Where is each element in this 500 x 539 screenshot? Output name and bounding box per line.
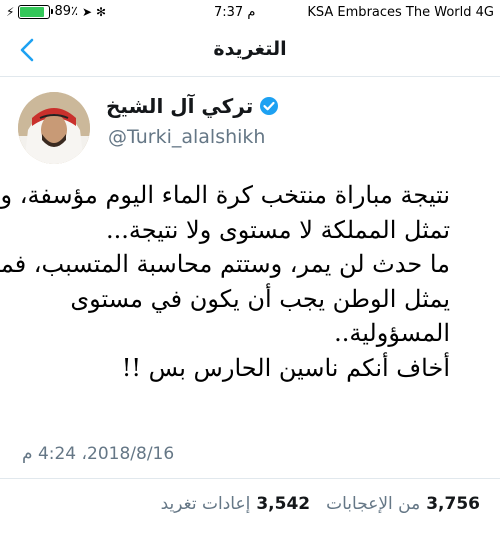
display-name-text: تركي آل الشيخ: [106, 94, 254, 118]
battery-icon: [18, 4, 54, 19]
retweets-label: إعادات تغريد: [160, 494, 251, 514]
verified-badge-icon: [260, 97, 279, 115]
activity-icon: ✻: [96, 4, 107, 19]
tweet-timestamp: 2018/8/16، 4:24 م: [22, 444, 175, 464]
status-time: 7:37 م: [214, 5, 255, 20]
tweet-line: نتيجة مباراة منتخب كرة الماء اليوم مؤسفة…: [0, 181, 450, 209]
tweet-line: يمثل الوطن يجب أن يكون في مستوى: [70, 284, 450, 313]
retweets-stat[interactable]: 3,542 إعادات تغريد: [161, 494, 311, 514]
likes-count: 3,756: [426, 494, 480, 514]
network-text: 4G: [475, 5, 494, 20]
likes-stat[interactable]: 3,756 من الإعجابات: [326, 494, 480, 514]
status-right: KSA Embraces The World 4G: [307, 5, 494, 20]
tweet-stats: 3,756 من الإعجابات 3,542 إعادات تغريد: [161, 494, 480, 514]
charging-icon: ⚡: [6, 4, 15, 19]
battery-fill: [20, 6, 44, 17]
carrier-text: KSA Embraces The World: [307, 5, 472, 20]
tweet-text: نتيجة مباراة منتخب كرة الماء اليوم مؤسفة…: [0, 178, 450, 385]
author-handle[interactable]: @Turki_alalshikh: [108, 126, 265, 148]
battery-percent: 89٪: [54, 4, 78, 19]
display-name[interactable]: تركي آل الشيخ: [106, 94, 279, 118]
divider: [0, 478, 500, 479]
tweet-line: تمثل المملكة لا مستوى ولا نتيجة...: [106, 215, 450, 244]
page-title: التغريدة: [213, 38, 287, 60]
tweet-line: أخاف أنكم ناسين الحارس بس !!: [121, 353, 450, 382]
tweet-line: ما حدث لن يمر، وستتم محاسبة المتسبب، فمن: [0, 250, 450, 278]
tweet-author: تركي آل الشيخ @Turki_alalshikh: [0, 84, 500, 164]
status-bar: ⚡ 89٪ ➤ ✻ 7:37 م KSA Embraces The World …: [0, 0, 500, 26]
location-icon: ➤: [81, 4, 93, 19]
nav-bar: التغريدة: [0, 26, 500, 77]
tweet-line: المسؤولية..: [334, 319, 450, 347]
status-left: ⚡ 89٪ ➤ ✻: [6, 4, 106, 19]
avatar-image: [18, 92, 90, 164]
retweets-count: 3,542: [256, 494, 311, 514]
likes-label: من الإعجابات: [326, 494, 421, 514]
avatar[interactable]: [18, 92, 90, 164]
time-text: 7:37 م: [214, 5, 256, 20]
